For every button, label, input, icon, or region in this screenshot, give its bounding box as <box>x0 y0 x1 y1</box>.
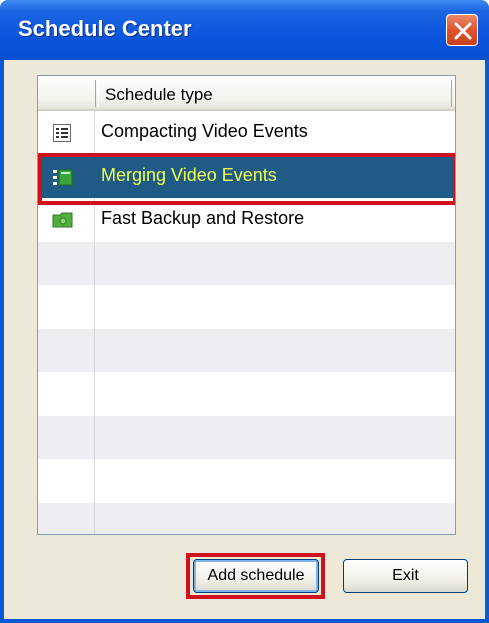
header-separator-end[interactable] <box>451 80 455 107</box>
list-item-empty <box>38 328 455 372</box>
green-folder-icon <box>52 212 73 228</box>
add-schedule-highlight <box>186 553 325 599</box>
list-item-label: Compacting Video Events <box>101 121 308 141</box>
column-header-schedule-type[interactable]: Schedule type <box>105 85 213 105</box>
list-item-empty <box>38 459 455 503</box>
window-title: Schedule Center <box>18 16 192 41</box>
exit-button[interactable]: Exit <box>343 559 468 593</box>
list-item-label: Fast Backup and Restore <box>101 208 305 228</box>
icon-cell <box>38 111 95 155</box>
list-item-empty <box>38 502 455 534</box>
header-separator[interactable] <box>95 80 99 107</box>
close-icon <box>454 22 472 40</box>
list-item-empty <box>38 415 455 459</box>
close-button[interactable] <box>446 14 478 46</box>
list-document-icon <box>53 124 71 142</box>
schedule-list[interactable]: Schedule type Compacting Video Events Me… <box>37 75 456 535</box>
selected-row-highlight <box>38 153 455 205</box>
list-item-empty <box>38 241 455 285</box>
list-item-compacting[interactable]: Compacting Video Events <box>38 111 455 155</box>
list-header: Schedule type <box>38 76 455 111</box>
list-item-empty <box>38 285 455 329</box>
title-bar[interactable]: Schedule Center <box>0 0 489 60</box>
list-item-empty <box>38 372 455 416</box>
